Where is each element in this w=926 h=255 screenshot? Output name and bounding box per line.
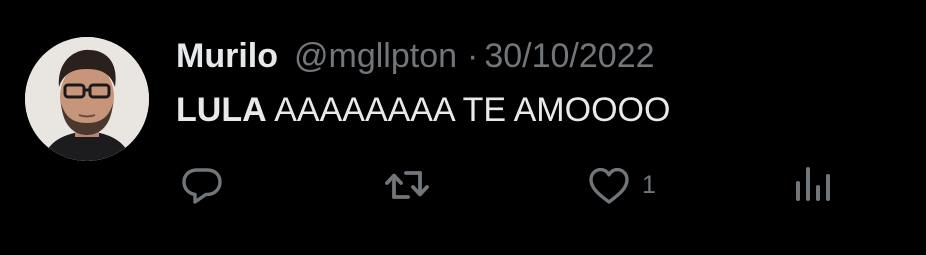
tweet-text-bold: LULA <box>176 91 267 129</box>
author-handle[interactable]: @mgllpton <box>294 34 457 78</box>
like-count: 1 <box>642 171 656 199</box>
views-button[interactable] <box>792 160 836 210</box>
tweet[interactable]: Murilo @mgllpton · 30/10/2022 LULA AAAAA… <box>0 0 926 255</box>
views-icon <box>792 161 836 209</box>
reply-icon <box>178 161 226 209</box>
reply-button[interactable] <box>178 160 226 210</box>
separator-dot: · <box>467 37 479 75</box>
action-bar: 1 <box>0 160 926 210</box>
retweet-icon <box>382 161 432 209</box>
tweet-text: LULA AAAAAAAA TE AMOOOO <box>176 88 670 132</box>
tweet-text-rest: AAAAAAAA TE AMOOOO <box>266 91 671 129</box>
retweet-button[interactable] <box>382 160 432 210</box>
author-name[interactable]: Murilo <box>176 34 278 78</box>
avatar[interactable] <box>25 37 149 161</box>
tweet-date[interactable]: 30/10/2022 <box>484 34 654 78</box>
like-icon <box>584 161 634 209</box>
like-button[interactable]: 1 <box>584 160 656 210</box>
tweet-header: Murilo @mgllpton · 30/10/2022 <box>176 34 655 78</box>
